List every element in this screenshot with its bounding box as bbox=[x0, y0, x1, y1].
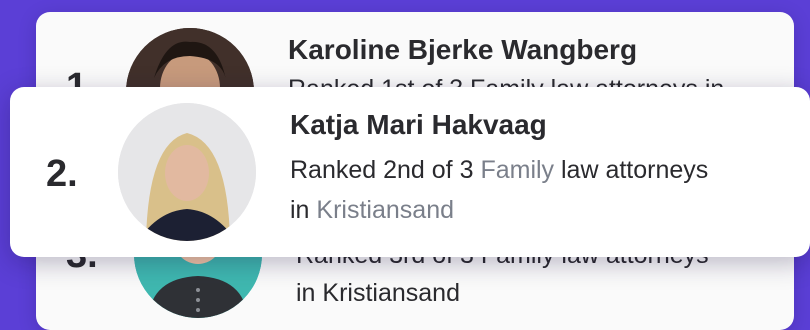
location-in-text: in bbox=[290, 196, 310, 224]
avatar-2 bbox=[118, 103, 256, 241]
rank-number-2: 2. bbox=[46, 153, 78, 195]
lawyer-location-line-2: in Kristiansand bbox=[290, 193, 454, 227]
practice-suffix: law attorneys bbox=[561, 156, 709, 184]
lawyer-name-2[interactable]: Katja Mari Hakvaag bbox=[290, 109, 547, 141]
lawyer-desc-2: Ranked 2nd of 3 Family law attorneys bbox=[290, 153, 708, 187]
lawyer-card-2[interactable]: 2. Katja Mari Hakvaag Ranked 2nd of 3 Fa… bbox=[10, 87, 810, 257]
avatar-2-photo bbox=[118, 103, 256, 241]
lawyer-name-1[interactable]: Karoline Bjerke Wangberg bbox=[288, 34, 637, 66]
location-link[interactable]: Kristiansand bbox=[316, 196, 454, 224]
lawyer-location-3: in Kristiansand bbox=[296, 279, 460, 307]
rank-text: Ranked 2nd of 3 bbox=[290, 156, 474, 184]
practice-area-link[interactable]: Family bbox=[480, 156, 554, 184]
